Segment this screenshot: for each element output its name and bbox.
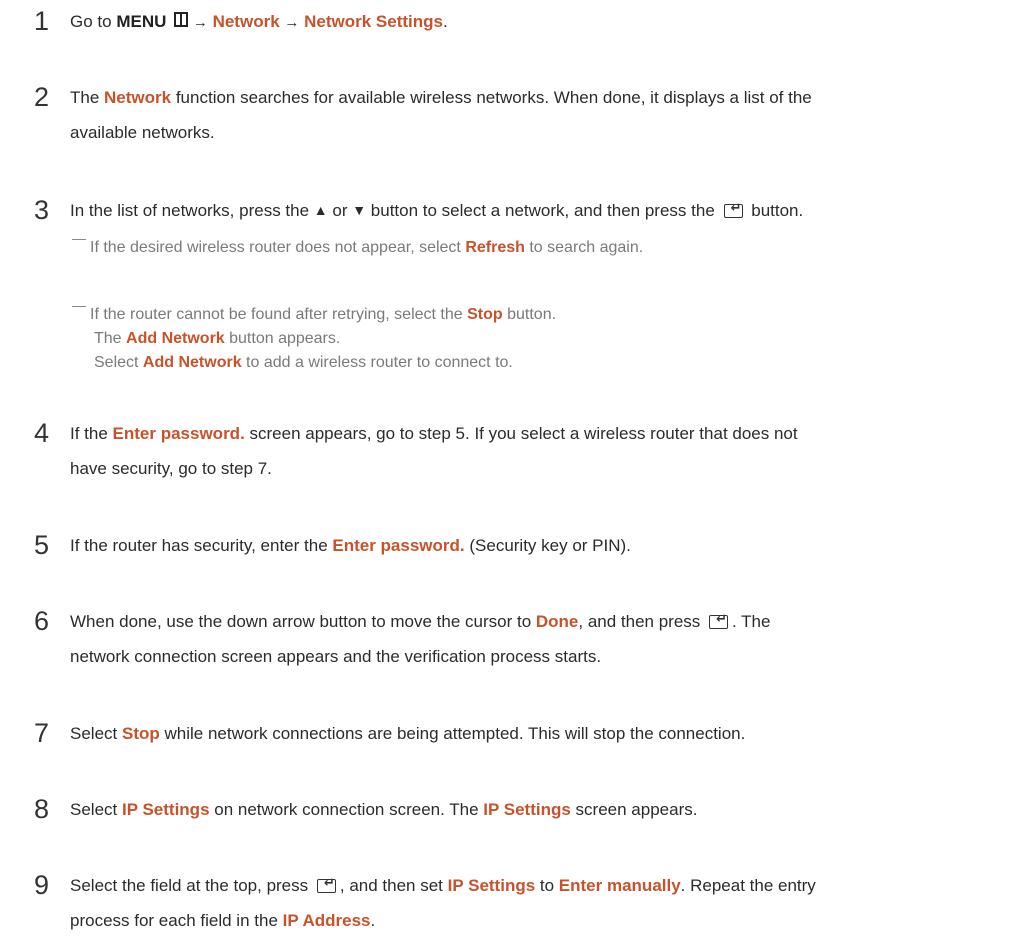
menu-icon [174,12,189,27]
network-settings-label: Network Settings [304,12,443,31]
ip-settings-label: IP Settings [483,800,571,819]
note-refresh: If the desired wireless router does not … [72,236,1016,260]
enter-icon [723,200,743,218]
ip-address-label: IP Address [282,911,371,930]
step-text: Select IP Settings on network connection… [70,800,698,819]
step-number: 9 [34,870,50,900]
step-text: Select Stop while network connections ar… [70,724,746,743]
step-number: 5 [34,530,50,560]
add-network-label: Add Network [126,330,225,347]
enter-password-label: Enter password. [112,424,245,443]
step-text: Go to MENU → Network → Network Settings. [70,12,448,31]
menu-label: MENU [116,12,167,31]
up-arrow-icon: ▲ [313,202,328,218]
ip-settings-label: IP Settings [121,800,210,819]
step-number: 7 [34,718,50,748]
step-text: When done, use the down arrow button to … [70,604,1016,674]
stop-label: Stop [121,724,160,743]
note-stop: If the router cannot be found after retr… [72,303,1016,375]
ip-settings-label: IP Settings [447,876,536,895]
network-label: Network [104,88,172,107]
enter-icon [316,875,336,893]
refresh-label: Refresh [465,239,525,256]
instruction-page: 1 Go to MENU → Network → Network Setting… [0,0,1022,937]
step-text: If the router has security, enter the En… [70,536,631,555]
step-text: Select the field at the top, press , and… [70,868,1016,938]
step-number: 3 [34,195,50,225]
enter-manually-label: Enter manually [558,876,681,895]
step-number: 8 [34,794,50,824]
step-number: 2 [34,82,50,112]
step-number: 1 [34,6,50,36]
note-dash-icon [72,239,86,240]
step-text: In the list of networks, press the ▲ or … [70,193,1016,228]
step-number: 6 [34,606,50,636]
enter-icon [709,611,729,629]
network-label: Network [212,12,280,31]
step-text: If the Enter password. screen appears, g… [70,424,798,478]
step-text: The Network function searches for availa… [70,88,812,142]
down-arrow-icon: ▼ [352,202,367,218]
enter-password-label: Enter password. [332,536,465,555]
note-dash-icon [72,306,86,307]
add-network-label: Add Network [142,354,242,371]
done-label: Done [535,612,579,631]
stop-label: Stop [467,306,503,323]
step-number: 4 [34,418,50,448]
